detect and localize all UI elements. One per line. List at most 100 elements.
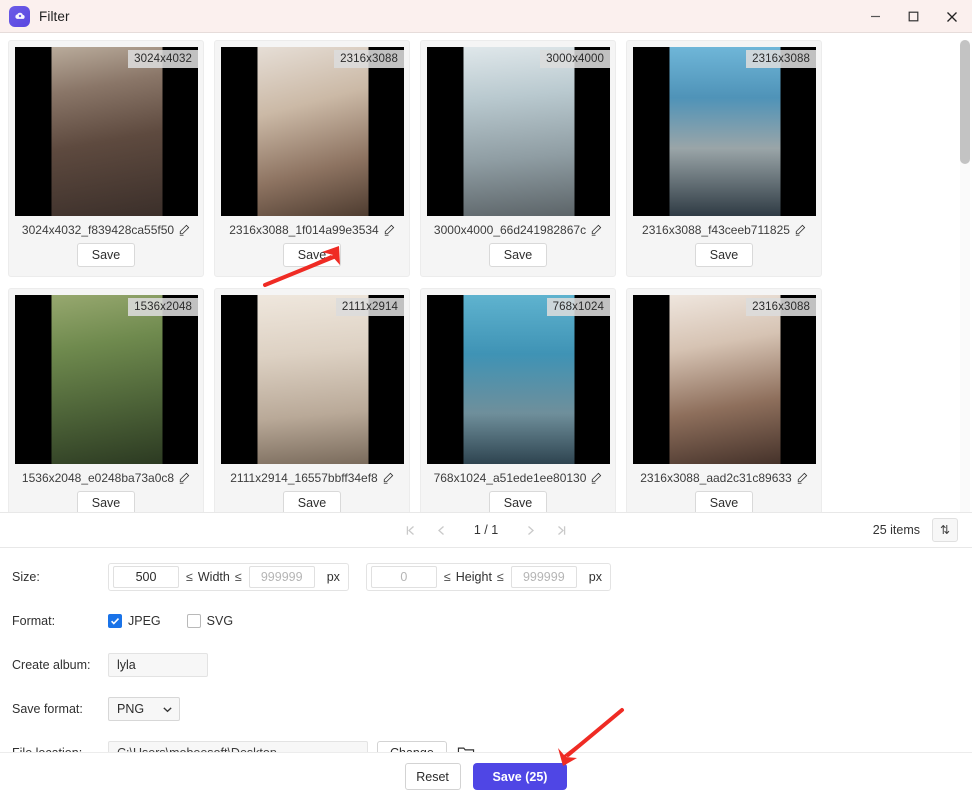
image-filename: 2316x3088_f43ceeb711825 [642, 223, 790, 237]
save-format-select[interactable]: PNG [108, 697, 180, 721]
width-min-input[interactable] [113, 566, 179, 588]
card-save-button[interactable]: Save [488, 491, 548, 512]
height-min-input[interactable] [370, 566, 437, 588]
card-save-row: Save [427, 490, 609, 512]
width-range-group: ≤ Width ≤ px [108, 563, 349, 591]
card-save-button[interactable]: Save [282, 243, 342, 267]
width-max-comparator: ≤ [234, 570, 242, 584]
pagination-controls: 1 / 1 [0, 523, 972, 537]
card-save-button[interactable]: Save [488, 243, 548, 267]
last-page-icon[interactable] [555, 524, 568, 537]
format-label: Format: [12, 614, 56, 628]
image-card[interactable]: 768x1024 768x1024_a51ede1ee80130 Save [420, 288, 616, 512]
dimension-badge: 768x1024 [546, 298, 610, 316]
page-indicator: 1 / 1 [473, 523, 499, 537]
edit-pencil-icon[interactable] [383, 224, 395, 236]
dimension-badge: 2316x3088 [746, 298, 816, 316]
close-icon[interactable] [932, 0, 972, 33]
thumbnail-photo [257, 295, 368, 464]
image-card[interactable]: 2316x3088 2316x3088_f43ceeb711825 Save [626, 40, 822, 277]
dimension-badge: 3024x4032 [128, 50, 198, 68]
card-save-row: Save [633, 242, 815, 276]
card-save-button[interactable]: Save [76, 491, 136, 512]
filters-panel: Size: ≤ Width ≤ px ≤ Height ≤ px Format:… [0, 548, 972, 768]
dimension-badge: 2111x2914 [335, 298, 404, 316]
pagination-bar: 1 / 1 25 items ⇅ [0, 512, 972, 548]
cloud-logo-icon [9, 5, 30, 27]
thumbnail-photo [257, 47, 368, 216]
dimension-badge: 2316x3088 [334, 50, 404, 68]
pagination-right: 25 items ⇅ [873, 518, 958, 542]
image-filename: 3000x4000_66d241982867c [433, 223, 587, 237]
edit-pencil-icon[interactable] [382, 472, 394, 484]
image-card[interactable]: 1536x2048 1536x2048_e0248ba73a0c8 Save [8, 288, 204, 512]
first-page-icon[interactable] [404, 524, 417, 537]
create-album-row: Create album: [0, 650, 972, 680]
thumbnail-photo [51, 47, 162, 216]
grid-scrollbar-thumb[interactable] [960, 40, 970, 164]
width-unit-label: px [326, 570, 340, 584]
edit-pencil-icon[interactable] [794, 224, 806, 236]
image-thumbnail[interactable]: 3000x4000 [427, 47, 610, 216]
image-filename-row: 2316x3088_1f014a99e3534 [221, 216, 403, 242]
format-option-svg[interactable]: SVG [186, 614, 233, 628]
create-album-input[interactable] [108, 653, 208, 677]
dimension-badge: 1536x2048 [128, 298, 198, 316]
image-card[interactable]: 2316x3088 2316x3088_aad2c31c89633 Save [626, 288, 822, 512]
save-all-button[interactable]: Save (25) [472, 763, 568, 790]
width-max-input[interactable] [248, 566, 315, 588]
title-bar: Filter [0, 0, 972, 33]
reset-button[interactable]: Reset [404, 763, 461, 790]
image-thumbnail[interactable]: 2316x3088 [633, 295, 816, 464]
image-filename-row: 2316x3088_aad2c31c89633 [633, 464, 815, 490]
image-thumbnail[interactable]: 2316x3088 [221, 47, 404, 216]
card-save-row: Save [427, 242, 609, 276]
image-grid-scroll-area[interactable]: 3024x4032 3024x4032_f839428ca55f50 Save … [0, 33, 972, 512]
thumbnail-photo [463, 295, 574, 464]
card-save-button[interactable]: Save [694, 491, 754, 512]
edit-pencil-icon[interactable] [590, 472, 602, 484]
format-filter-row: Format: JPEG SVG [0, 606, 972, 636]
height-max-comparator: ≤ [496, 570, 504, 584]
image-filename: 3024x4032_f839428ca55f50 [21, 223, 175, 237]
image-card[interactable]: 3024x4032 3024x4032_f839428ca55f50 Save [8, 40, 204, 277]
card-save-button[interactable]: Save [282, 491, 342, 512]
image-filename-row: 2111x2914_16557bbff34ef8 [221, 464, 403, 490]
checkbox-unchecked-icon[interactable] [186, 614, 201, 628]
image-card[interactable]: 3000x4000 3000x4000_66d241982867c Save [420, 40, 616, 277]
sort-updown-icon[interactable]: ⇅ [932, 518, 958, 542]
image-filename-row: 3000x4000_66d241982867c [427, 216, 609, 242]
size-label: Size: [12, 570, 40, 584]
image-card[interactable]: 2111x2914 2111x2914_16557bbff34ef8 Save [214, 288, 410, 512]
chevron-down-icon [163, 706, 172, 712]
image-filename-row: 768x1024_a51ede1ee80130 [427, 464, 609, 490]
thumbnail-photo [669, 295, 780, 464]
format-option-jpeg[interactable]: JPEG [108, 614, 161, 628]
image-thumbnail[interactable]: 2111x2914 [221, 295, 404, 464]
image-thumbnail[interactable]: 3024x4032 [15, 47, 198, 216]
image-filename-row: 3024x4032_f839428ca55f50 [15, 216, 197, 242]
next-page-icon[interactable] [524, 524, 537, 537]
prev-page-icon[interactable] [435, 524, 448, 537]
image-grid: 3024x4032 3024x4032_f839428ca55f50 Save … [8, 40, 943, 512]
maximize-icon[interactable] [894, 0, 932, 33]
save-format-label: Save format: [12, 702, 83, 716]
image-filename: 2316x3088_aad2c31c89633 [640, 471, 792, 485]
checkbox-checked-icon[interactable] [108, 614, 122, 628]
minimize-icon[interactable] [856, 0, 894, 33]
image-thumbnail[interactable]: 1536x2048 [15, 295, 198, 464]
card-save-button[interactable]: Save [694, 243, 754, 267]
height-label: Height [455, 570, 492, 584]
image-thumbnail[interactable]: 768x1024 [427, 295, 610, 464]
dimension-badge: 2316x3088 [746, 50, 816, 68]
dimension-badge: 3000x4000 [540, 50, 610, 68]
image-filename-row: 2316x3088_f43ceeb711825 [633, 216, 815, 242]
edit-pencil-icon[interactable] [796, 472, 808, 484]
image-thumbnail[interactable]: 2316x3088 [633, 47, 816, 216]
image-card[interactable]: 2316x3088 2316x3088_1f014a99e3534 Save [214, 40, 410, 277]
edit-pencil-icon[interactable] [590, 224, 602, 236]
card-save-button[interactable]: Save [76, 243, 136, 267]
edit-pencil-icon[interactable] [178, 472, 190, 484]
height-max-input[interactable] [510, 566, 577, 588]
edit-pencil-icon[interactable] [178, 224, 190, 236]
